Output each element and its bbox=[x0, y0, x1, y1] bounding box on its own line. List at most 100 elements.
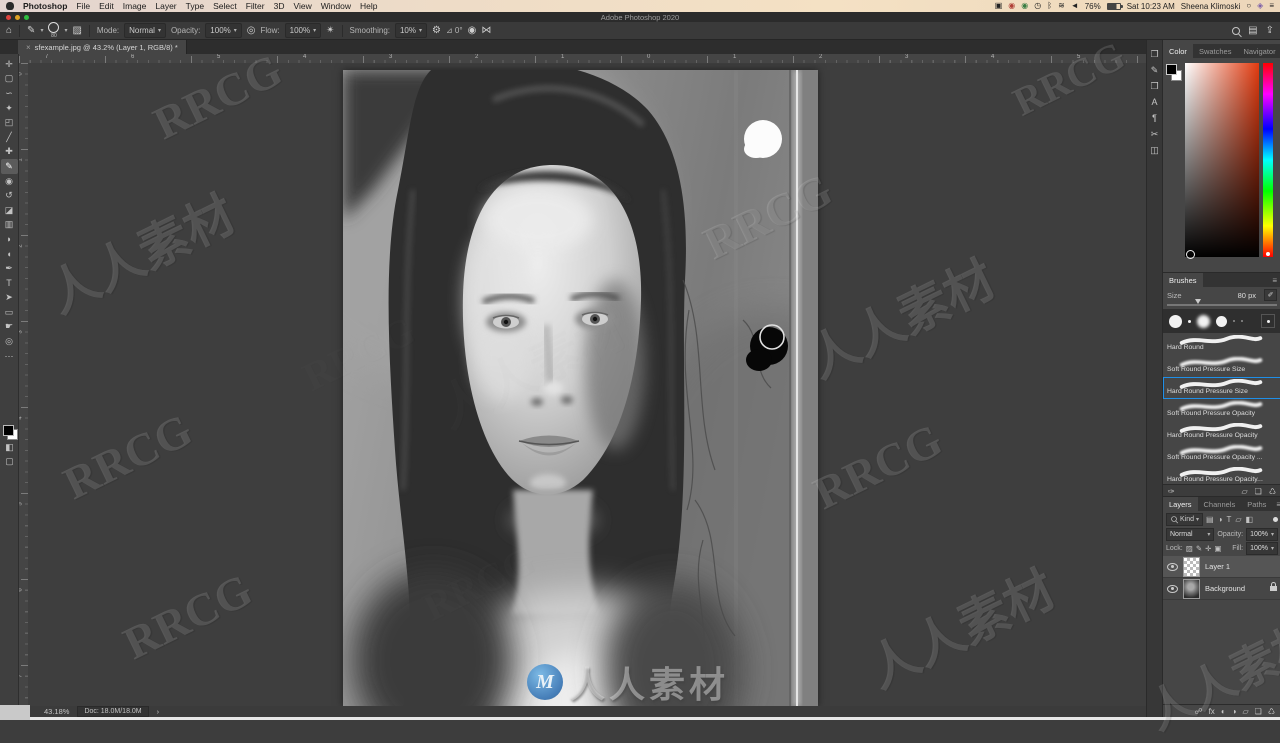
hue-slider-marker[interactable] bbox=[1266, 252, 1270, 256]
canvas-area[interactable] bbox=[28, 63, 1146, 706]
menu-clock[interactable]: Sat 10:23 AM bbox=[1127, 2, 1175, 11]
brush-angle-field[interactable]: ⊿ 0° bbox=[446, 26, 463, 35]
filter-shape-layers-icon[interactable]: ▱ bbox=[1235, 515, 1241, 524]
airbrush-icon[interactable]: ✴ bbox=[326, 25, 334, 37]
menu-item[interactable]: View bbox=[293, 1, 311, 11]
layer-row-layer-1[interactable]: Layer 1 bbox=[1163, 556, 1280, 578]
app-dot-green-icon[interactable]: ◉ bbox=[1021, 1, 1028, 11]
quick-mask-button[interactable]: ◧ bbox=[1, 440, 18, 455]
siri-icon[interactable]: ◈ bbox=[1257, 1, 1263, 11]
brush-tool-icon[interactable]: ✎ bbox=[27, 25, 35, 37]
history-brush-tool[interactable]: ↺ bbox=[1, 188, 18, 203]
lock-transparency-icon[interactable]: ▨ bbox=[1186, 544, 1193, 553]
filter-toggle-switch[interactable] bbox=[1273, 516, 1278, 522]
clone-source-panel-icon[interactable]: ❒ bbox=[1150, 82, 1158, 91]
brush-tool[interactable]: ✎ bbox=[0, 159, 18, 174]
brush-size-slider-thumb[interactable] bbox=[1195, 299, 1201, 304]
home-icon[interactable]: ⌂ bbox=[6, 25, 12, 37]
libraries-panel-icon[interactable]: ✂ bbox=[1151, 130, 1159, 139]
minimize-window-button[interactable] bbox=[15, 15, 20, 20]
pressure-size-toggle-icon[interactable]: ✐ bbox=[1264, 289, 1277, 301]
brush-size-slider[interactable] bbox=[1167, 304, 1277, 306]
blur-tool[interactable]: ◗ bbox=[1, 232, 18, 247]
lock-position-icon[interactable]: ✛ bbox=[1205, 544, 1211, 553]
brush-size-value[interactable]: 80 px bbox=[1238, 291, 1256, 300]
gradient-tool[interactable]: ▥ bbox=[1, 218, 18, 233]
type-tool[interactable]: T bbox=[1, 276, 18, 291]
smoothing-gear-icon[interactable]: ⚙ bbox=[432, 25, 441, 37]
bluetooth-icon[interactable]: ᛒ bbox=[1047, 1, 1052, 11]
share-icon[interactable]: ⇪ bbox=[1266, 25, 1274, 37]
tab-layers[interactable]: Layers bbox=[1163, 497, 1198, 511]
screen-mode-button[interactable]: ▢ bbox=[1, 455, 18, 470]
shape-tool[interactable]: ▭ bbox=[1, 305, 18, 320]
panel-menu-icon[interactable]: ≡ bbox=[1268, 273, 1280, 287]
menu-item[interactable]: Layer bbox=[155, 1, 176, 11]
layer-visibility-eye-icon[interactable] bbox=[1167, 562, 1178, 571]
properties-panel-icon[interactable]: ◫ bbox=[1150, 146, 1159, 155]
foreground-color-swatch[interactable] bbox=[2, 425, 14, 436]
brush-picker-caret-icon[interactable]: ▾ bbox=[64, 27, 67, 34]
healing-brush-tool[interactable]: ✚ bbox=[1, 145, 18, 160]
menu-item[interactable]: Help bbox=[360, 1, 377, 11]
filter-type-layers-icon[interactable]: T bbox=[1226, 515, 1231, 524]
zoom-level-field[interactable]: 43.18% bbox=[44, 707, 69, 716]
menu-item[interactable]: Filter bbox=[246, 1, 265, 11]
layer-thumbnail[interactable] bbox=[1183, 578, 1200, 599]
close-tab-icon[interactable]: × bbox=[26, 43, 31, 52]
Hard Round Pressure Size[interactable]: Hard Round Pressure Size bbox=[1163, 377, 1280, 399]
pressure-size-icon[interactable]: ◉ bbox=[468, 25, 477, 37]
hand-tool[interactable]: ☛ bbox=[1, 320, 18, 335]
lasso-tool[interactable]: ∽ bbox=[1, 86, 18, 101]
brush-preset-picker[interactable]: 80 bbox=[48, 22, 60, 39]
tab-brushes[interactable]: Brushes bbox=[1163, 273, 1203, 287]
layer-fill-dropdown[interactable]: 100% ▾ bbox=[1246, 542, 1278, 555]
paragraph-panel-icon[interactable]: ¶ bbox=[1152, 114, 1157, 123]
recent-brush-small[interactable] bbox=[1188, 319, 1191, 323]
recent-brush-hard-2[interactable] bbox=[1216, 315, 1227, 327]
layer-filter-kind-dropdown[interactable]: Kind ▾ bbox=[1166, 512, 1204, 526]
brush-preview-toggle[interactable]: ✑ bbox=[1168, 487, 1175, 496]
tab-swatches[interactable]: Swatches bbox=[1193, 44, 1238, 58]
search-icon[interactable] bbox=[1232, 26, 1241, 35]
app-dot-red-icon[interactable]: ◉ bbox=[1008, 1, 1015, 11]
menu-item[interactable]: 3D bbox=[274, 1, 285, 11]
marquee-tool[interactable]: ▢ bbox=[1, 72, 18, 87]
zoom-window-button[interactable] bbox=[24, 15, 29, 20]
opacity-dropdown[interactable]: 100% ▾ bbox=[205, 23, 242, 38]
toggle-brush-settings-icon[interactable]: ▨ bbox=[72, 25, 81, 37]
delete-layer-button[interactable]: ♺ bbox=[1268, 707, 1275, 716]
dodge-tool[interactable]: ◖ bbox=[1, 247, 18, 262]
layer-style-button[interactable]: fx bbox=[1209, 707, 1215, 716]
history-panel-icon[interactable]: ❐ bbox=[1150, 50, 1158, 59]
edit-toolbar-button[interactable]: ⋯ bbox=[1, 349, 18, 364]
Soft Round Pressure Size[interactable]: Soft Round Pressure Size bbox=[1163, 355, 1280, 377]
control-center-icon[interactable]: ≡ bbox=[1269, 1, 1274, 11]
delete-brush-button[interactable]: ♺ bbox=[1269, 487, 1276, 496]
pressure-opacity-icon[interactable]: ◎ bbox=[247, 25, 256, 37]
hue-slider[interactable] bbox=[1263, 63, 1273, 257]
spotlight-icon[interactable]: ○ bbox=[1246, 1, 1251, 11]
tool-preset-caret-icon[interactable]: ▾ bbox=[40, 27, 43, 34]
Hard Round Pressure Opacity[interactable]: Hard Round Pressure Opacity bbox=[1163, 421, 1280, 443]
filter-adjustment-layers-icon[interactable]: ◑ bbox=[1218, 515, 1223, 524]
blend-mode-dropdown[interactable]: Normal ▾ bbox=[124, 23, 166, 38]
color-picker-ring[interactable] bbox=[1186, 250, 1195, 259]
brush-folder-button[interactable]: ▱ bbox=[1242, 487, 1248, 496]
layer-opacity-dropdown[interactable]: 100% ▾ bbox=[1246, 528, 1278, 541]
menu-item[interactable]: Type bbox=[186, 1, 204, 11]
clock-icon[interactable]: ◷ bbox=[1034, 1, 1041, 11]
menu-item[interactable]: Image bbox=[123, 1, 147, 11]
brush-settings-panel-icon[interactable]: ✎ bbox=[1151, 66, 1159, 75]
close-window-button[interactable] bbox=[6, 15, 11, 20]
recent-brush-soft[interactable] bbox=[1197, 314, 1210, 328]
panel-menu-icon[interactable]: ≡ bbox=[1272, 497, 1280, 511]
apple-logo-icon[interactable] bbox=[6, 2, 14, 10]
layer-row-background[interactable]: Background bbox=[1163, 578, 1280, 600]
clone-stamp-tool[interactable]: ◉ bbox=[1, 174, 18, 189]
layer-thumbnail[interactable] bbox=[1183, 556, 1200, 577]
adjustment-layer-button[interactable]: ◑ bbox=[1232, 707, 1237, 716]
status-expand-arrow[interactable]: › bbox=[157, 707, 160, 716]
document-tab[interactable]: × sfexample.jpg @ 43.2% (Layer 1, RGB/8)… bbox=[18, 40, 187, 54]
fg-bg-mini-swatches[interactable] bbox=[1166, 64, 1182, 81]
